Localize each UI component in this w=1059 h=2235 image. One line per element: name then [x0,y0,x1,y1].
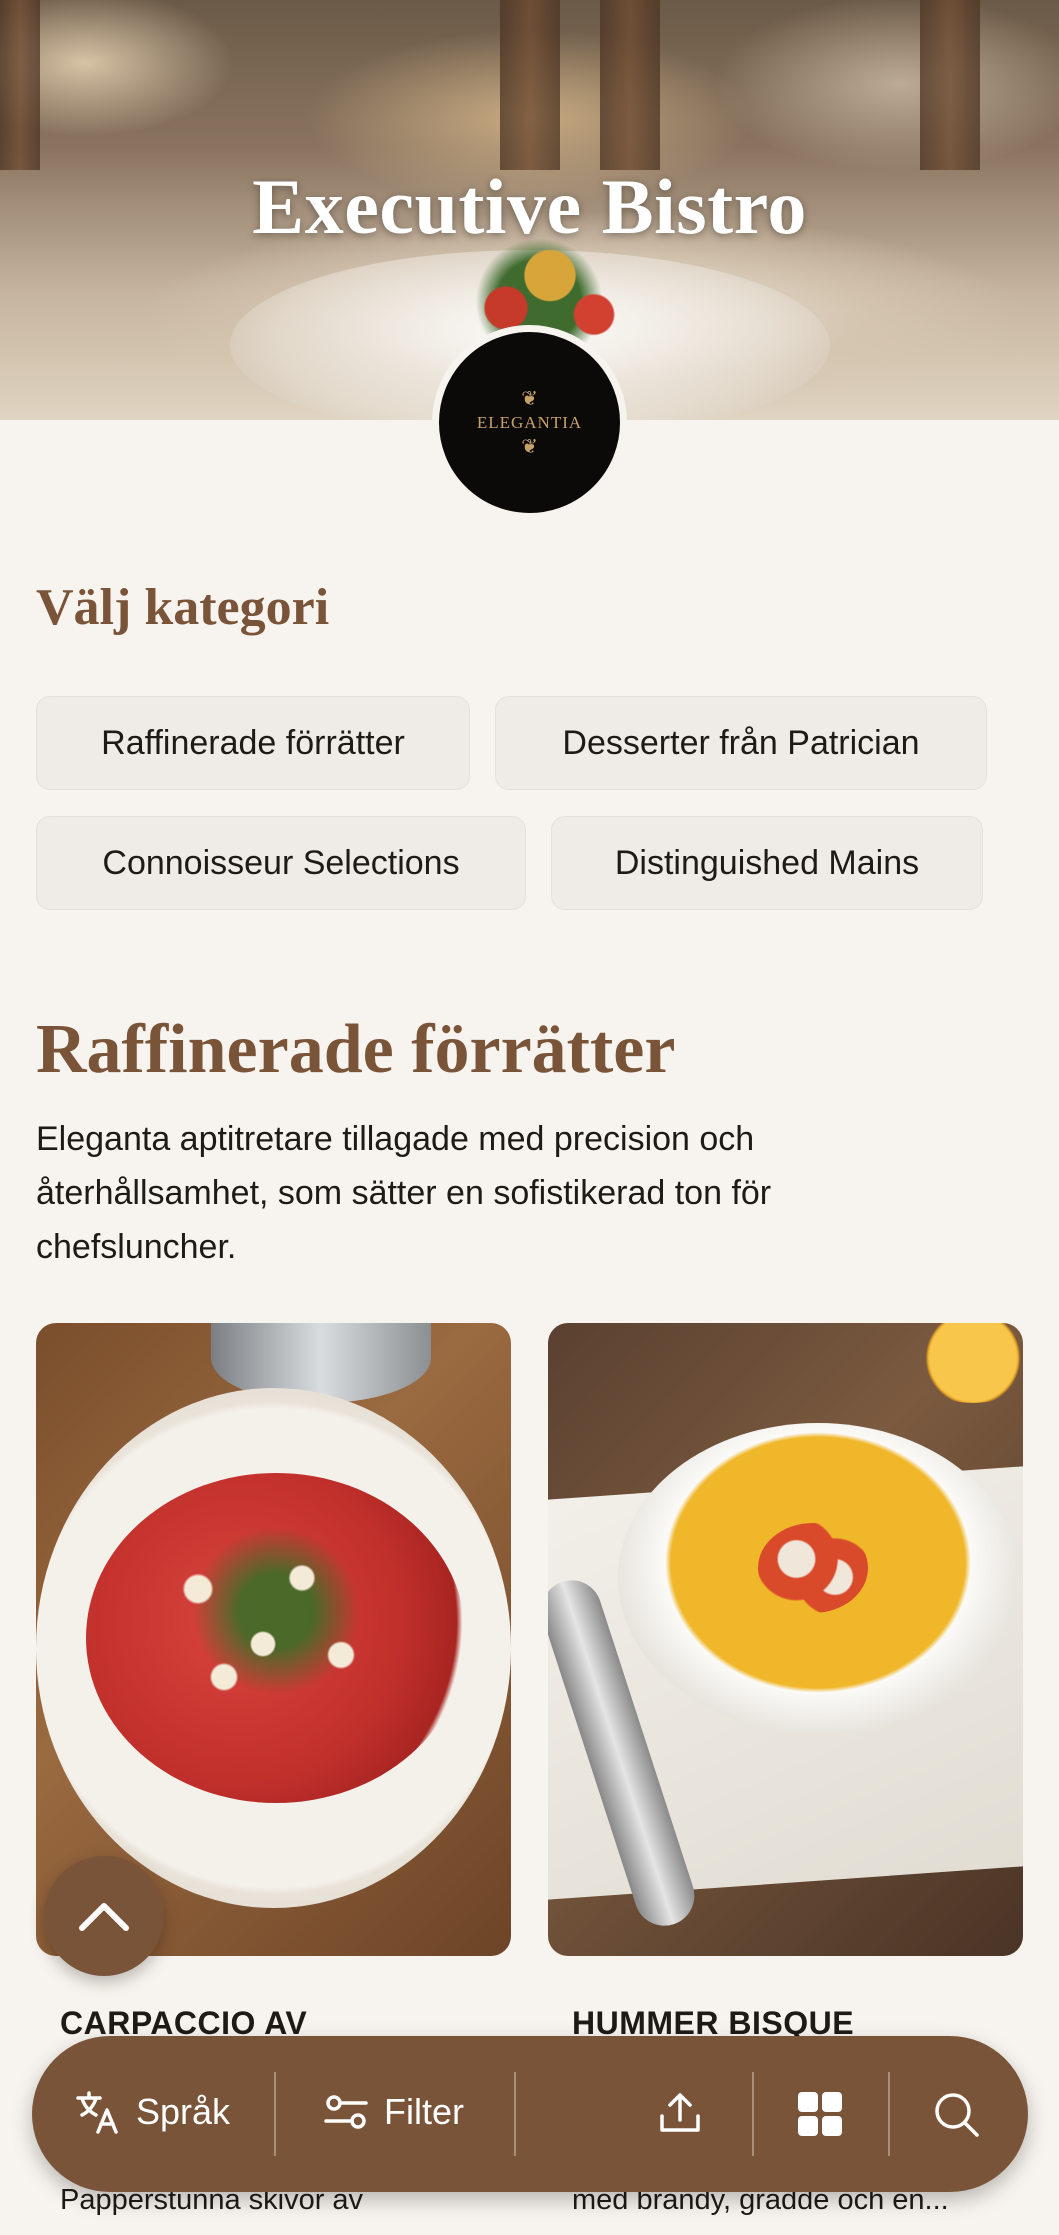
translate-icon [76,2091,118,2134]
filter-label: Filter [384,2091,464,2132]
category-heading: Välj kategori [36,579,330,636]
divider [514,2072,516,2156]
scroll-to-top-button[interactable] [44,1856,164,1976]
category-chip-connoisseur[interactable]: Connoisseur Selections [36,816,526,910]
ornament-icon: ❦ [521,387,538,410]
bottom-toolbar: Språk Filter [32,2036,1028,2192]
category-chip-mains[interactable]: Distinguished Mains [551,816,983,910]
search-icon [935,2093,979,2137]
category-chip-raffinerade[interactable]: Raffinerade förrätter [36,696,470,790]
restaurant-title: Executive Bistro [252,163,807,250]
filter-icon [324,2095,368,2129]
share-button[interactable] [656,2090,704,2138]
chevron-up-icon [79,1903,129,1931]
language-button[interactable]: Språk [74,2088,230,2136]
share-icon [660,2093,700,2132]
search-button[interactable] [932,2090,980,2138]
section-description: Eleganta aptitretare tillagade med preci… [36,1120,772,1266]
logo-text: ELEGANTIA [476,412,583,432]
divider [752,2072,754,2156]
category-chip-desserter[interactable]: Desserter från Patrician [495,696,987,790]
language-label: Språk [136,2091,231,2132]
ornament-icon: ❦ [521,435,538,458]
section-title: Raffinerade förrätter [36,1011,676,1088]
dish-image-bisque[interactable] [548,1323,1023,1956]
divider [888,2072,890,2156]
divider [274,2072,276,2156]
restaurant-logo: ❦ ELEGANTIA ❦ [432,325,627,520]
grid-icon [798,2092,842,2136]
filter-button[interactable]: Filter [322,2088,464,2136]
grid-view-button[interactable] [796,2090,844,2138]
